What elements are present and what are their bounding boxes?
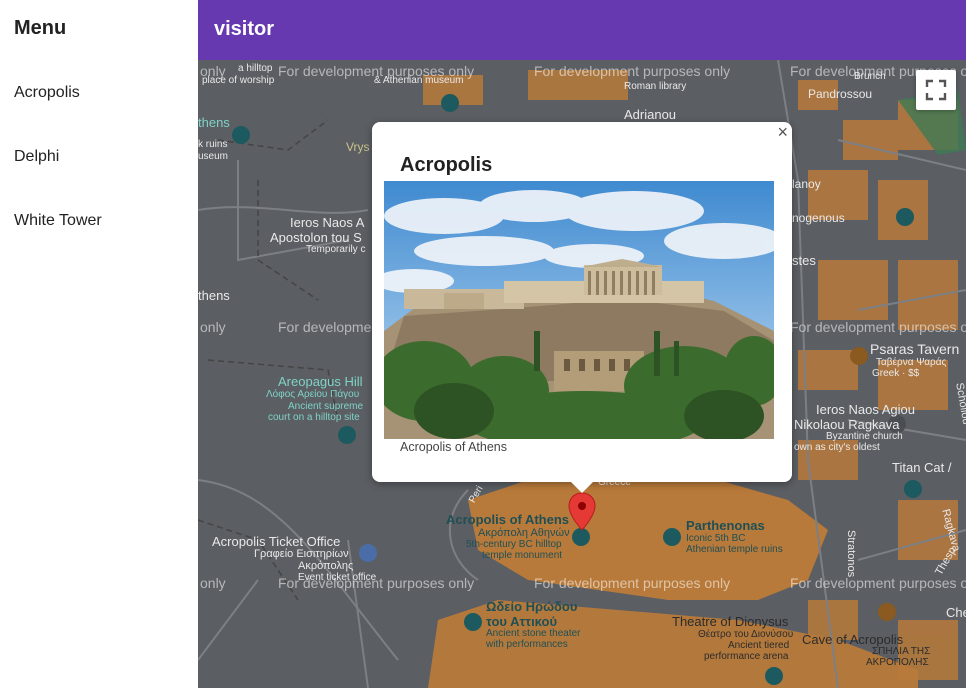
map-label: Acropolis of Athens <box>446 512 570 527</box>
map-label: lanoy <box>792 177 821 191</box>
map-label: Titan Cat / <box>892 460 952 475</box>
map-label: Pandrossou <box>808 87 873 101</box>
map-label: Brunch <box>854 71 886 82</box>
photo-caption: Acropolis of Athens <box>400 440 508 454</box>
map-label: place of worship <box>202 75 275 86</box>
info-window-title: Acropolis <box>400 154 493 176</box>
map-label: Adrianou <box>624 107 677 122</box>
map-label: Γραφείο Εισιτηρίων <box>254 548 349 560</box>
acropolis-photo <box>384 181 774 439</box>
map-label: Athenian temple ruins <box>686 544 783 555</box>
map-label: Ancient stone theater <box>486 628 581 639</box>
map-label: Nikolaou Ragkava <box>794 417 900 432</box>
map-label: Stratonos <box>845 530 857 578</box>
map-label: Ακρόπολης <box>298 560 354 572</box>
map-label: ΑΚΡΟΠΟΛΗΣ <box>866 657 929 668</box>
menu-title: Menu <box>14 17 67 39</box>
map-label: with performances <box>486 639 568 650</box>
map-label: Θέατρο του Διονύσου <box>698 629 794 640</box>
watermark: only <box>200 319 226 335</box>
fullscreen-button[interactable] <box>916 70 956 110</box>
map-label: 5th-century BC hilltop <box>466 539 562 550</box>
map-label: Acropolis Ticket Office <box>212 534 341 549</box>
map-label: Ancient tiered <box>728 640 790 651</box>
map-label: thens <box>198 115 230 130</box>
map-label: Greek · $$ <box>872 368 920 379</box>
sidebar: Menu Acropolis Delphi White Tower <box>0 0 198 688</box>
info-window-tail <box>570 481 594 493</box>
map-label: Theatre of Dionysus <box>672 614 789 629</box>
map-label: Ieros Naos A <box>290 215 365 230</box>
map-label: a hilltop <box>238 63 273 74</box>
map-label: Parthenonas <box>686 518 765 533</box>
map-label: & Athenian museum <box>374 75 464 86</box>
map-label: Apostolon tou S <box>270 230 362 245</box>
watermark: For development purposes only <box>790 319 966 335</box>
sidebar-item-white-tower[interactable]: White Tower <box>14 212 102 230</box>
map-label: Temporarily c <box>306 244 366 255</box>
map-label: του Αττικού <box>486 614 558 629</box>
close-button[interactable]: × <box>777 122 788 143</box>
map-label: Iconic 5th BC <box>686 533 746 544</box>
map-label: performance arena <box>704 651 789 662</box>
map-label: court on a hilltop site <box>268 412 360 423</box>
app-bar: visitor <box>198 0 966 60</box>
map-label: Event ticket office <box>298 572 377 583</box>
watermark: For development purposes only <box>790 575 966 591</box>
map-label: stes <box>792 253 816 268</box>
map-label: Λόφος Αρείου Πάγου <box>266 389 360 400</box>
map-label: Byzantine church <box>826 431 903 442</box>
watermark: For development purposes only <box>534 575 731 591</box>
fullscreen-icon <box>925 79 947 101</box>
sidebar-item-delphi[interactable]: Delphi <box>14 148 59 166</box>
map-label: useum <box>198 151 229 162</box>
map-label: Che <box>946 605 966 620</box>
map-label: thens <box>198 288 230 303</box>
map-label: own as city's oldest <box>794 442 880 453</box>
watermark: only <box>200 575 226 591</box>
info-window: × Acropolis Acropolis of Athens <box>372 122 792 493</box>
map-label: Ακρόπολη Αθηνών <box>478 527 570 539</box>
watermark: For development purposes only <box>534 63 731 79</box>
app-title: visitor <box>214 18 275 40</box>
map-label: Ieros Naos Agiou <box>816 402 916 417</box>
map-label: Areopagus Hill <box>278 374 363 389</box>
map-label: nogenous <box>792 211 845 225</box>
map-label: Psaras Tavern <box>870 341 960 357</box>
map-marker-pin[interactable] <box>568 492 596 532</box>
map-label: ΣΠΗΛΙΑ ΤΗΣ <box>872 646 931 657</box>
map-label: k ruins <box>198 139 228 150</box>
map-label: Ωδείο Ηρώδου <box>486 599 578 614</box>
sidebar-item-acropolis[interactable]: Acropolis <box>14 84 80 102</box>
map-label: Roman library <box>624 81 687 92</box>
map-label: Cave of Acropolis <box>802 632 904 647</box>
map-label: Ancient supreme <box>288 401 364 412</box>
map-label: Vrys <box>346 140 370 154</box>
map-label: temple monument <box>482 550 563 561</box>
map-label: Ταβέρνα Ψαράς <box>876 357 947 368</box>
